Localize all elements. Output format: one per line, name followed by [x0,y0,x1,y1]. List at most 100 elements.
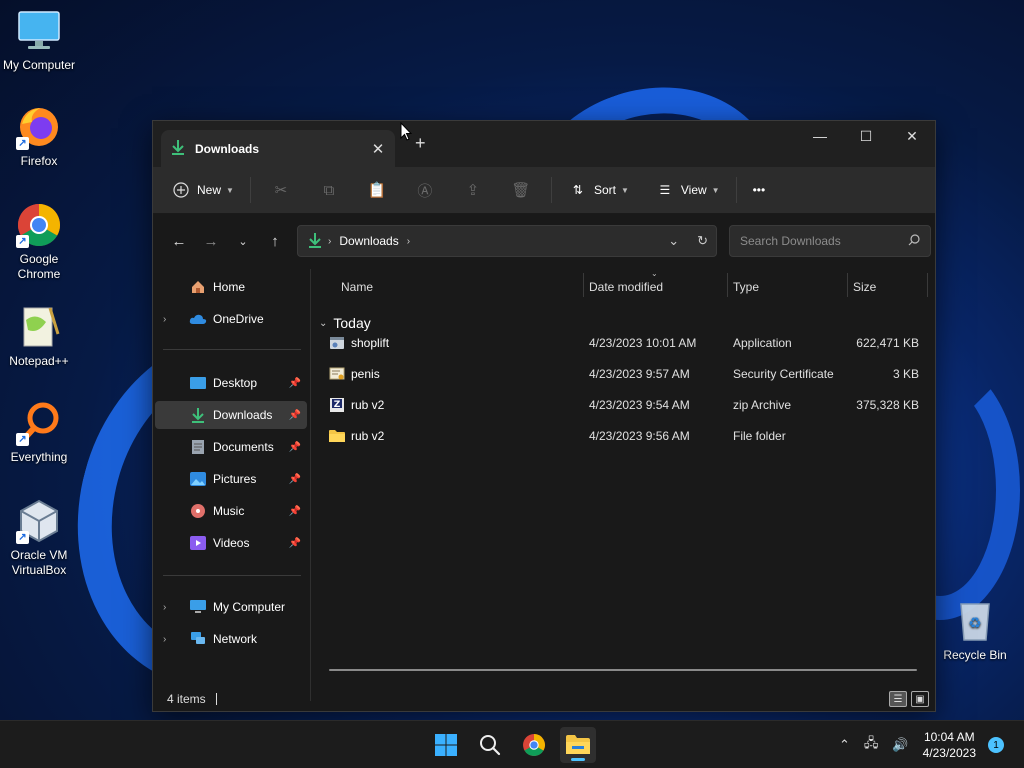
search-input[interactable] [740,234,908,248]
address-dropdown-chevron-icon[interactable]: ⌄ [668,233,679,249]
column-header-label: Date modified [589,280,664,294]
pin-icon[interactable]: 📌 [289,442,301,453]
status-bar: 4 items ☰ ▣ [153,687,935,711]
pin-icon[interactable]: 📌 [289,474,301,485]
taskbar-file-explorer[interactable] [560,727,596,763]
column-header-type[interactable]: Type [733,269,759,305]
desktop-icon-recycle-bin[interactable]: ♻ Recycle Bin [936,598,1014,663]
nav-item-music[interactable]: Music 📌 [155,497,307,525]
pin-icon[interactable]: 📌 [289,538,301,549]
nav-item-my-computer[interactable]: › My Computer [155,593,307,621]
rename-icon[interactable]: Ⓐ [411,176,439,204]
new-button[interactable]: New ▼ [171,180,234,200]
delete-icon[interactable]: 🗑 [507,176,535,204]
chevron-up-icon[interactable]: ⌃ [839,737,850,753]
maximize-button[interactable]: ☐ [843,121,889,151]
copy-icon[interactable]: ⧉ [315,176,343,204]
desktop-icon-my-computer[interactable]: My Computer [0,8,78,73]
nav-item-label: Videos [213,536,250,550]
nav-item-onedrive[interactable]: › OneDrive [155,305,307,333]
new-tab-button[interactable]: + [415,133,426,154]
nav-item-pictures[interactable]: Pictures 📌 [155,465,307,493]
nav-item-documents[interactable]: Documents 📌 [155,433,307,461]
notification-badge[interactable]: 1 [988,737,1004,753]
nav-item-videos[interactable]: Videos 📌 [155,529,307,557]
nav-item-network[interactable]: › Network [155,625,307,653]
nav-item-downloads[interactable]: Downloads 📌 [155,401,307,429]
tab-downloads[interactable]: Downloads ✕ [161,130,395,167]
clock[interactable]: 10:04 AM 4/23/2023 [923,729,976,761]
horizontal-scrollbar[interactable] [329,669,917,671]
music-icon [189,502,207,520]
column-header-size[interactable]: Size [853,269,876,305]
nav-item-desktop[interactable]: Desktop 📌 [155,369,307,397]
search-button[interactable] [472,727,508,763]
file-date: 4/23/2023 10:01 AM [589,336,697,350]
chevron-right-icon: › [328,235,332,247]
column-header-name[interactable]: Name [341,269,373,305]
sort-button[interactable]: ⇅ Sort ▼ [568,180,629,200]
file-row[interactable]: penis 4/23/2023 9:57 AM Security Certifi… [311,360,927,388]
address-box[interactable]: › Downloads › ⌄ ↻ [297,225,717,257]
chevron-down-icon: ⌄ [319,317,328,329]
desktop-icon-notepad-plus-plus[interactable]: Notepad++ [0,304,78,369]
column-divider[interactable] [727,273,728,297]
share-icon[interactable]: ⇪ [459,176,487,204]
pin-icon[interactable]: 📌 [289,410,301,421]
view-label: View [680,183,707,197]
magnifier-icon: ↗ [16,400,62,446]
desktop-icon-firefox[interactable]: ↗ Firefox [0,104,78,169]
download-arrow-icon [308,232,322,251]
desktop-icon-virtualbox[interactable]: ↗ Oracle VM VirtualBox [0,498,78,578]
nav-item-home[interactable]: Home [155,273,307,301]
file-size: 622,471 KB [856,336,919,350]
recent-locations-chevron-icon[interactable]: ⌄ [227,226,259,256]
refresh-icon[interactable]: ↻ [697,233,708,249]
paste-icon[interactable]: 📋 [363,176,391,204]
search-icon[interactable] [908,233,920,249]
chevron-right-icon[interactable]: › [163,602,181,613]
view-button[interactable]: ☰ View ▼ [655,180,720,200]
details-view-icon[interactable]: ☰ [889,691,907,707]
minimize-button[interactable]: — [797,121,843,151]
file-date: 4/23/2023 9:56 AM [589,429,690,443]
system-tray: ⌃ 🖧 🔊 10:04 AM 4/23/2023 1 [839,721,1024,768]
chevron-down-icon: ▼ [711,185,720,195]
divider [163,575,301,576]
cut-icon[interactable]: ✂ [267,176,295,204]
pin-icon[interactable]: 📌 [289,506,301,517]
column-divider[interactable] [927,273,928,297]
back-arrow-icon[interactable]: ← [163,226,195,256]
sort-indicator-icon: ⌄ [651,269,658,278]
desktop-icon-everything[interactable]: ↗ Everything [0,400,78,465]
download-arrow-icon [189,406,207,424]
network-icon[interactable]: 🖧 [864,734,879,756]
column-divider[interactable] [583,273,584,297]
desktop-icon-google-chrome[interactable]: ↗ Google Chrome [0,202,78,282]
column-divider[interactable] [847,273,848,297]
chevron-right-icon[interactable]: › [163,634,181,645]
taskbar-chrome[interactable] [516,727,552,763]
start-button[interactable] [428,727,464,763]
forward-arrow-icon[interactable]: → [195,226,227,256]
file-row[interactable]: Z rub v2 4/23/2023 9:54 AM zip Archive 3… [311,391,927,419]
breadcrumb-downloads[interactable]: Downloads [339,234,398,248]
close-window-button[interactable]: ✕ [889,121,935,151]
tiles-view-icon[interactable]: ▣ [911,691,929,707]
chevron-right-icon[interactable]: › [407,236,410,247]
file-row[interactable]: rub v2 4/23/2023 9:56 AM File folder [311,422,927,450]
svg-text:Z: Z [334,400,341,410]
volume-icon[interactable]: 🔊 [892,737,908,753]
more-options-button[interactable]: ••• [753,183,766,197]
nav-item-label: Documents [213,440,274,454]
chrome-icon: ↗ [16,202,62,248]
close-tab-icon[interactable]: ✕ [367,140,389,158]
file-type: File folder [733,429,786,443]
shortcut-arrow-icon: ↗ [16,235,29,248]
up-arrow-icon[interactable]: ↑ [259,226,291,256]
clock-time: 10:04 AM [923,730,975,744]
file-row[interactable]: shoplift 4/23/2023 10:01 AM Application … [311,329,927,357]
pin-icon[interactable]: 📌 [289,378,301,389]
chevron-right-icon[interactable]: › [163,314,181,325]
network-icon [189,630,207,648]
